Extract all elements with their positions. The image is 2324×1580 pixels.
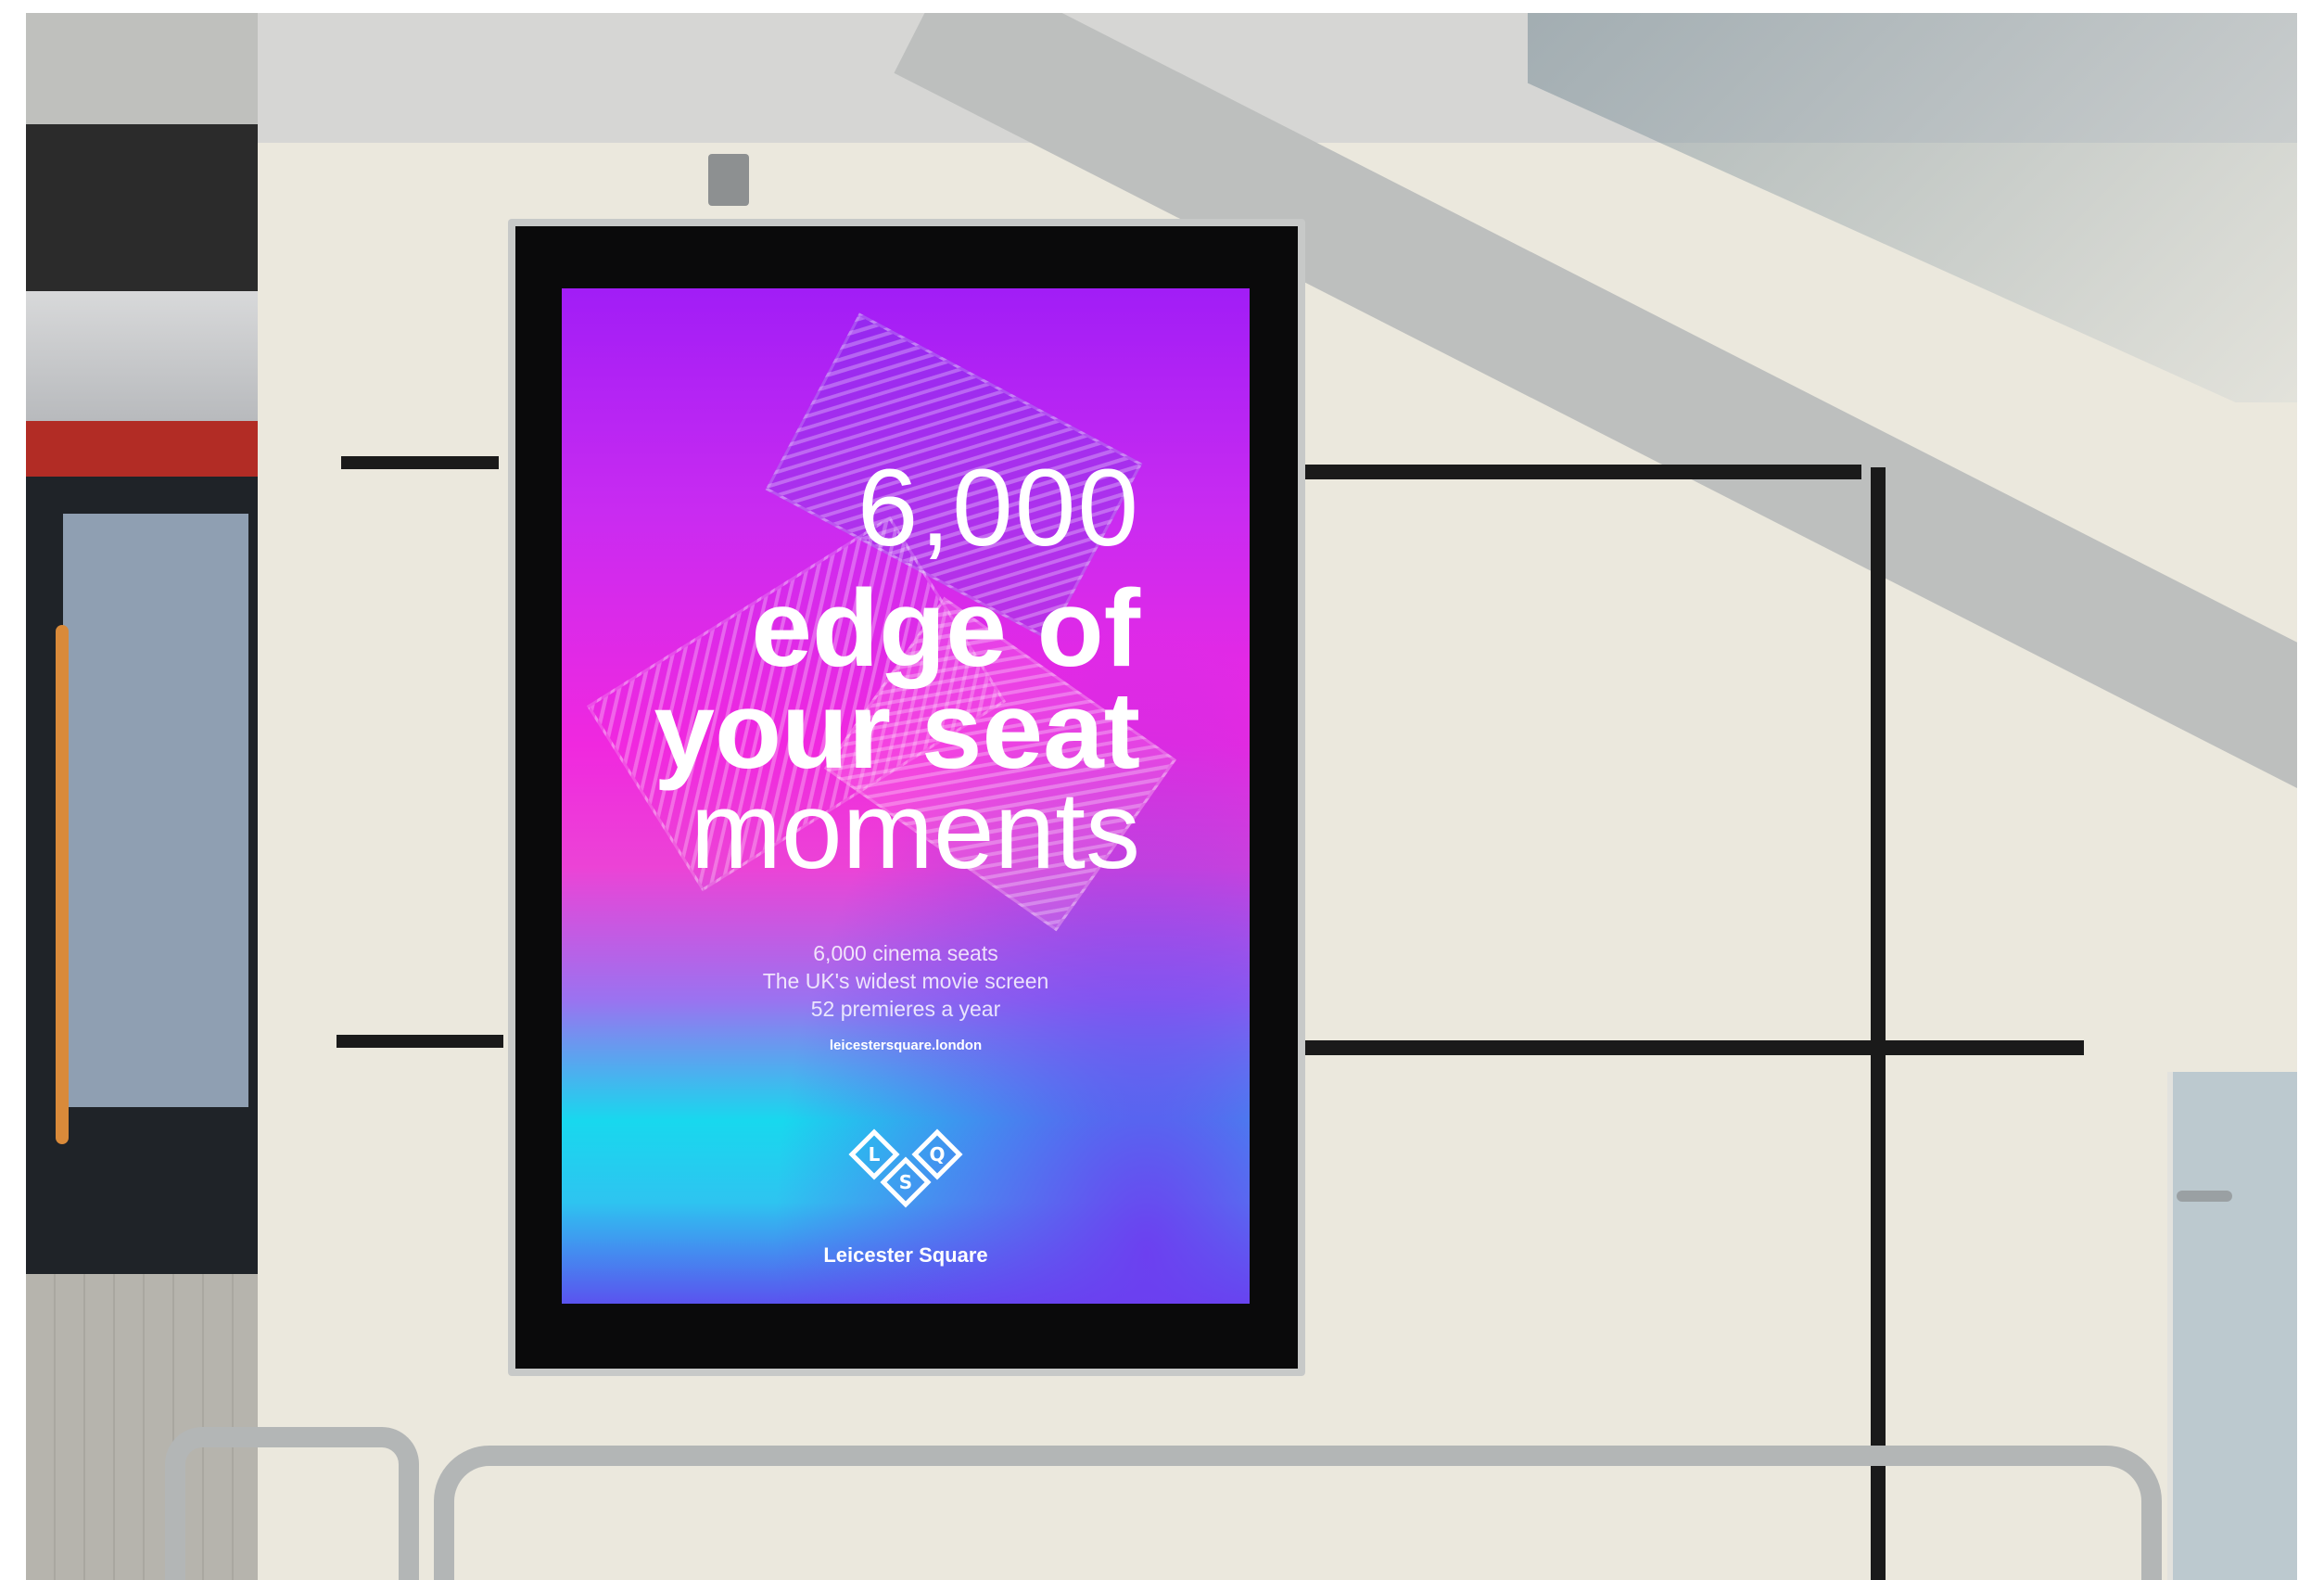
mount-bracket — [708, 154, 749, 206]
train-red-stripe — [26, 421, 258, 477]
wall-panel-joint — [1871, 467, 1886, 1580]
logo-letter-q: Q — [929, 1143, 945, 1166]
metal-handrail — [434, 1446, 2162, 1580]
wall-panel-joint — [1287, 465, 1861, 479]
headline-line-3: moments — [690, 770, 1140, 892]
website-url: leicestersquare.london — [829, 1038, 983, 1053]
logo-letter-s: S — [899, 1171, 912, 1193]
train-window — [63, 514, 248, 1107]
sub-line: 52 premieres a year — [810, 997, 1001, 1021]
wall-panel-joint — [1287, 1040, 2084, 1055]
service-door — [2167, 1072, 2297, 1580]
sub-line: 6,000 cinema seats — [813, 941, 998, 965]
billboard-screen: 6,000 edge of your seat moments 6,000 ci… — [562, 288, 1250, 1304]
door-handle-icon — [2177, 1191, 2232, 1202]
logo-letter-l: L — [869, 1143, 881, 1166]
headline-number: 6,000 — [857, 447, 1140, 569]
wall-panel-joint — [341, 456, 499, 469]
train-roof — [26, 291, 258, 421]
metal-handrail — [165, 1427, 419, 1580]
brand-name: Leicester Square — [823, 1243, 988, 1267]
lsq-diamond-logo-icon: L S Q — [848, 1128, 963, 1208]
train-grab-rail — [56, 625, 69, 1144]
photo-scene: 6,000 edge of your seat moments 6,000 ci… — [26, 13, 2297, 1580]
wall-panel-joint — [337, 1035, 503, 1048]
dark-canopy — [26, 124, 258, 291]
sub-line: The UK's widest movie screen — [762, 969, 1049, 993]
headline-line-1: edge of — [751, 567, 1140, 690]
